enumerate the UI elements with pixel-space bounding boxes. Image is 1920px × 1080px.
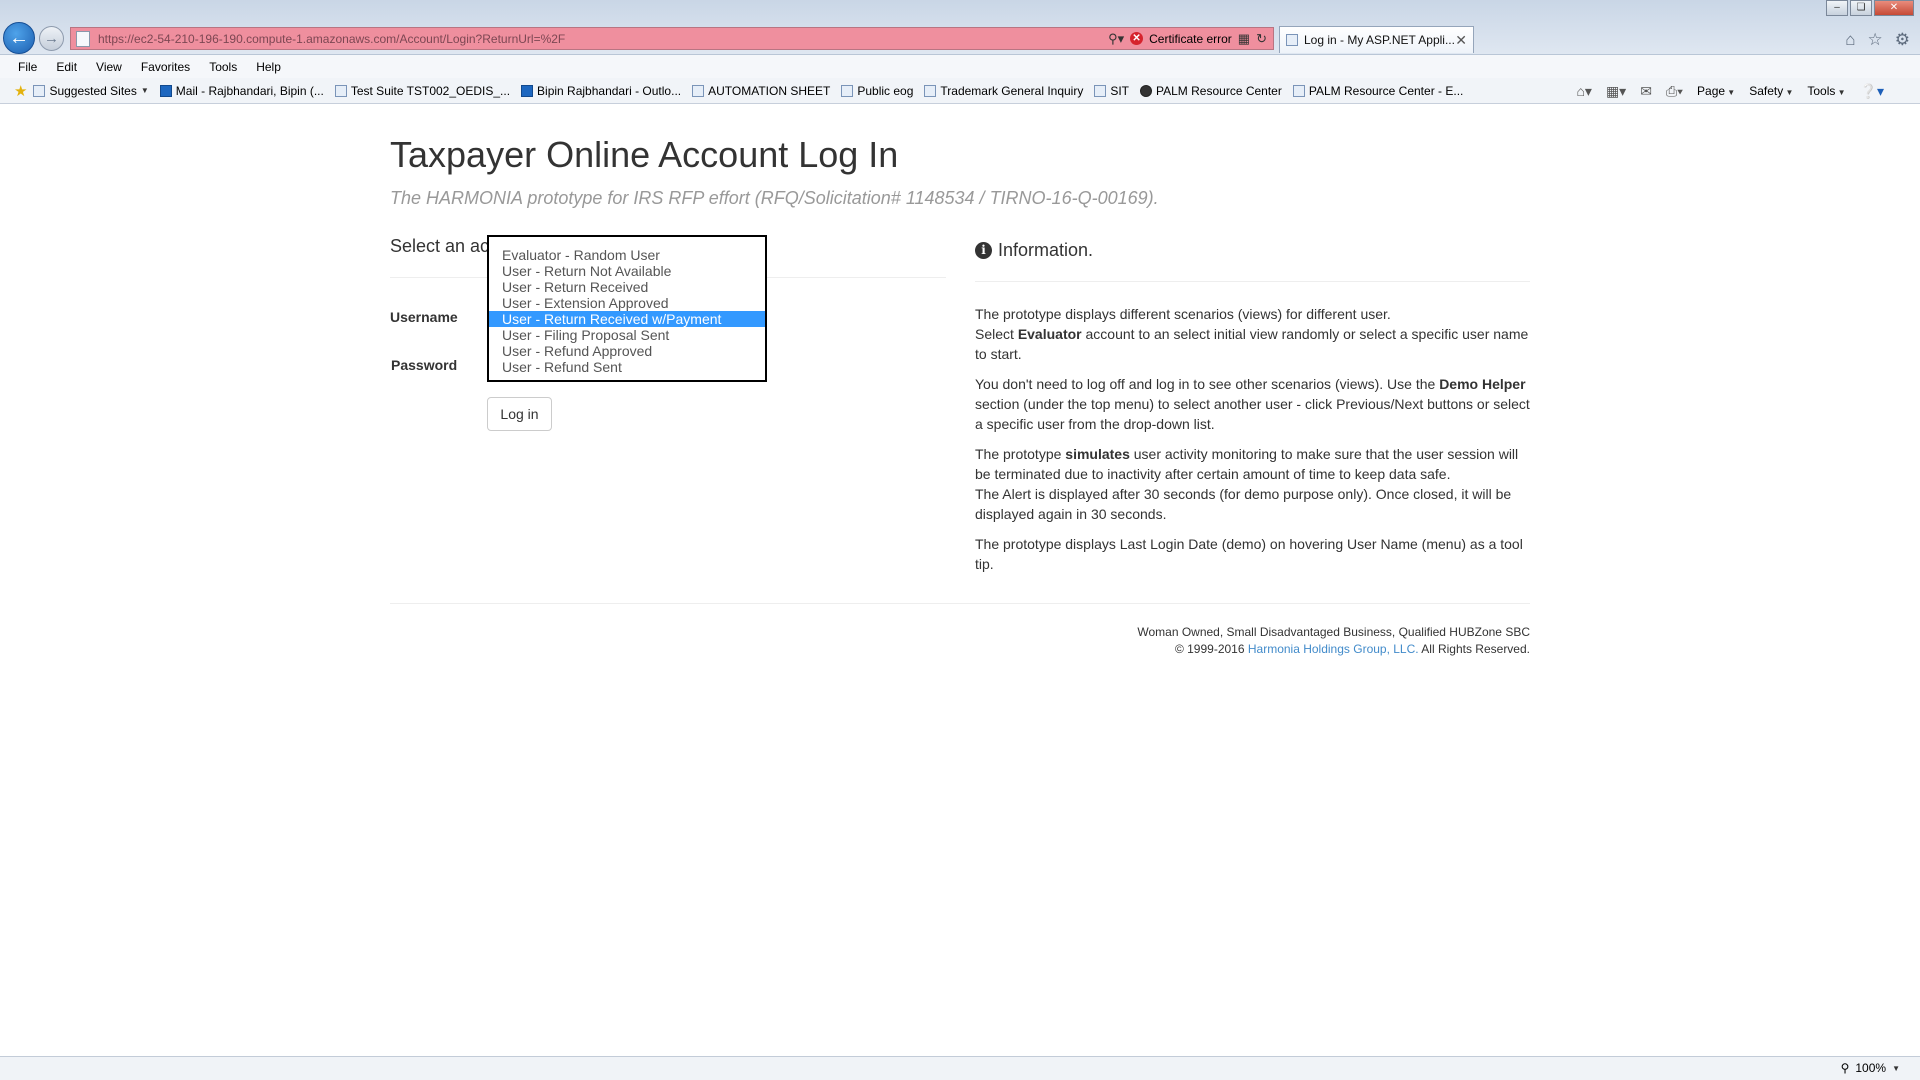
favorite-palm-e[interactable]: PALM Resource Center - E...	[1292, 84, 1463, 98]
menu-view[interactable]: View	[96, 60, 122, 74]
close-tab-icon[interactable]: ✕	[1455, 32, 1467, 49]
page-icon	[1094, 84, 1107, 97]
page-subtitle: The HARMONIA prototype for IRS RFP effor…	[390, 188, 1159, 208]
footer-business-line: Woman Owned, Small Disadvantaged Busines…	[1137, 625, 1530, 639]
zoom-level: 100%	[1855, 1061, 1887, 1075]
safety-menu[interactable]: Safety ▼	[1749, 84, 1793, 98]
address-url[interactable]: https://ec2-54-210-196-190.compute-1.ama…	[98, 32, 565, 46]
info-paragraph-1: The prototype displays different scenari…	[975, 306, 1529, 362]
dropdown-option[interactable]: User - Refund Sent	[489, 359, 765, 375]
dropdown-option-selected[interactable]: User - Return Received w/Payment	[489, 311, 765, 327]
favorite-trademark[interactable]: Trademark General Inquiry	[924, 84, 1083, 98]
restore-button[interactable]: ❏	[1850, 0, 1872, 16]
certificate-error-label[interactable]: Certificate error	[1149, 32, 1232, 46]
close-window-button[interactable]: ✕	[1874, 0, 1914, 16]
favorite-public-eog[interactable]: Public eog	[841, 84, 913, 98]
menu-bar: File Edit View Favorites Tools Help	[0, 55, 1920, 78]
info-paragraph-4: The prototype displays Last Login Date (…	[975, 536, 1523, 572]
minimize-button[interactable]: –	[1826, 0, 1848, 16]
chevron-down-icon: ▼	[1835, 88, 1846, 97]
outlook-icon	[521, 84, 534, 97]
menu-help[interactable]: Help	[256, 60, 281, 74]
status-bar: ⚲ 100% ▼	[0, 1056, 1920, 1080]
tab-login[interactable]: Log in - My ASP.NET Appli... ✕	[1279, 26, 1474, 53]
favorite-suggested-sites[interactable]: Suggested Sites ▼	[33, 84, 149, 98]
add-favorite-star-icon[interactable]: ★	[14, 82, 27, 100]
chevron-down-icon: ▼	[1783, 88, 1794, 97]
favorite-outlook[interactable]: Bipin Rajbhandari - Outlo...	[521, 84, 681, 98]
compatibility-icon[interactable]: ▦	[1238, 31, 1250, 47]
chevron-down-icon: ▼	[1892, 1063, 1900, 1073]
favorite-mail[interactable]: Mail - Rajbhandari, Bipin (...	[159, 84, 324, 98]
page-icon	[76, 30, 90, 47]
certificate-error-icon[interactable]: ✕	[1130, 32, 1144, 45]
dropdown-option[interactable]: User - Refund Approved	[489, 343, 765, 359]
select-account-heading: Select an ac	[390, 236, 490, 256]
home-icon[interactable]: ⌂	[1845, 30, 1855, 50]
dropdown-option[interactable]: User - Extension Approved	[489, 295, 765, 311]
feeds-icon[interactable]: ▦▾	[1606, 83, 1626, 100]
footer-divider	[390, 603, 1530, 604]
mail-icon[interactable]: ✉	[1640, 83, 1652, 100]
menu-favorites[interactable]: Favorites	[141, 60, 190, 74]
login-button[interactable]: Log in	[487, 397, 552, 431]
window-controls: – ❏ ✕	[1826, 0, 1914, 16]
dropdown-option[interactable]: User - Return Not Available	[489, 263, 765, 279]
outlook-icon	[159, 84, 172, 97]
chevron-down-icon: ▼	[1725, 88, 1736, 97]
dropdown-option[interactable]: User - Return Received	[489, 279, 765, 295]
information-body: The prototype displays different scenari…	[975, 304, 1530, 584]
company-link[interactable]: Harmonia Holdings Group, LLC.	[1248, 642, 1419, 656]
home-icon[interactable]: ⌂▾	[1576, 83, 1591, 100]
page-icon	[334, 84, 347, 97]
info-paragraph-3: The prototype simulates user activity mo…	[975, 446, 1519, 522]
footer-copyright: © 1999-2016 Harmonia Holdings Group, LLC…	[1174, 642, 1530, 656]
info-icon: i	[975, 242, 992, 259]
favorite-automation-sheet[interactable]: AUTOMATION SHEET	[692, 84, 830, 98]
browser-title-bar: – ❏ ✕ ← → https://ec2-54-210-196-190.com…	[0, 0, 1920, 55]
forward-button[interactable]: →	[39, 26, 64, 51]
chevron-down-icon: ▼	[140, 86, 149, 95]
palm-icon	[1140, 84, 1153, 97]
favorites-star-icon[interactable]: ☆	[1868, 30, 1883, 50]
password-label: Password	[391, 357, 458, 373]
tools-menu[interactable]: Tools ▼	[1807, 84, 1845, 98]
page-icon	[1286, 34, 1298, 46]
menu-tools[interactable]: Tools	[209, 60, 237, 74]
address-bar[interactable]: https://ec2-54-210-196-190.compute-1.ama…	[70, 27, 1274, 50]
refresh-icon[interactable]: ↻	[1256, 31, 1267, 47]
account-dropdown-list[interactable]: Evaluator - Random User User - Return No…	[487, 235, 767, 382]
page-title: Taxpayer Online Account Log In	[390, 134, 899, 175]
divider	[975, 281, 1530, 282]
dropdown-option[interactable]: User - Filing Proposal Sent	[489, 327, 765, 343]
page-icon	[692, 84, 705, 97]
back-button[interactable]: ←	[3, 22, 35, 54]
information-heading: i Information.	[975, 240, 1093, 261]
username-label: Username	[390, 309, 458, 325]
footer: Woman Owned, Small Disadvantaged Busines…	[1137, 624, 1530, 658]
page-menu[interactable]: Page ▼	[1697, 84, 1735, 98]
menu-edit[interactable]: Edit	[56, 60, 77, 74]
menu-file[interactable]: File	[18, 60, 37, 74]
information-heading-text: Information.	[998, 240, 1094, 260]
page-icon	[924, 84, 937, 97]
zoom-icon: ⚲	[1840, 1061, 1850, 1075]
zoom-control[interactable]: ⚲ 100% ▼	[1841, 1061, 1900, 1075]
help-icon[interactable]: ❔▾	[1860, 83, 1884, 100]
dropdown-option[interactable]: Evaluator - Random User	[489, 247, 765, 263]
page-icon	[841, 84, 854, 97]
favorite-test-suite[interactable]: Test Suite TST002_OEDIS_...	[334, 84, 510, 98]
page-icon	[33, 84, 46, 97]
page-icon	[1292, 84, 1305, 97]
print-icon[interactable]: ⎙▾	[1666, 83, 1683, 100]
favorite-sit[interactable]: SIT	[1094, 84, 1129, 98]
search-icon[interactable]: ⚲▾	[1108, 31, 1124, 47]
info-paragraph-2: You don't need to log off and log in to …	[975, 376, 1530, 432]
favorite-palm[interactable]: PALM Resource Center	[1140, 84, 1282, 98]
arrow-right-icon: →	[44, 30, 59, 47]
favorites-bar: ★ Suggested Sites ▼ Mail - Rajbhandari, B…	[0, 78, 1920, 104]
arrow-left-icon: ←	[9, 26, 29, 49]
tab-title: Log in - My ASP.NET Appli...	[1304, 33, 1455, 47]
gear-icon[interactable]: ⚙	[1895, 30, 1910, 50]
